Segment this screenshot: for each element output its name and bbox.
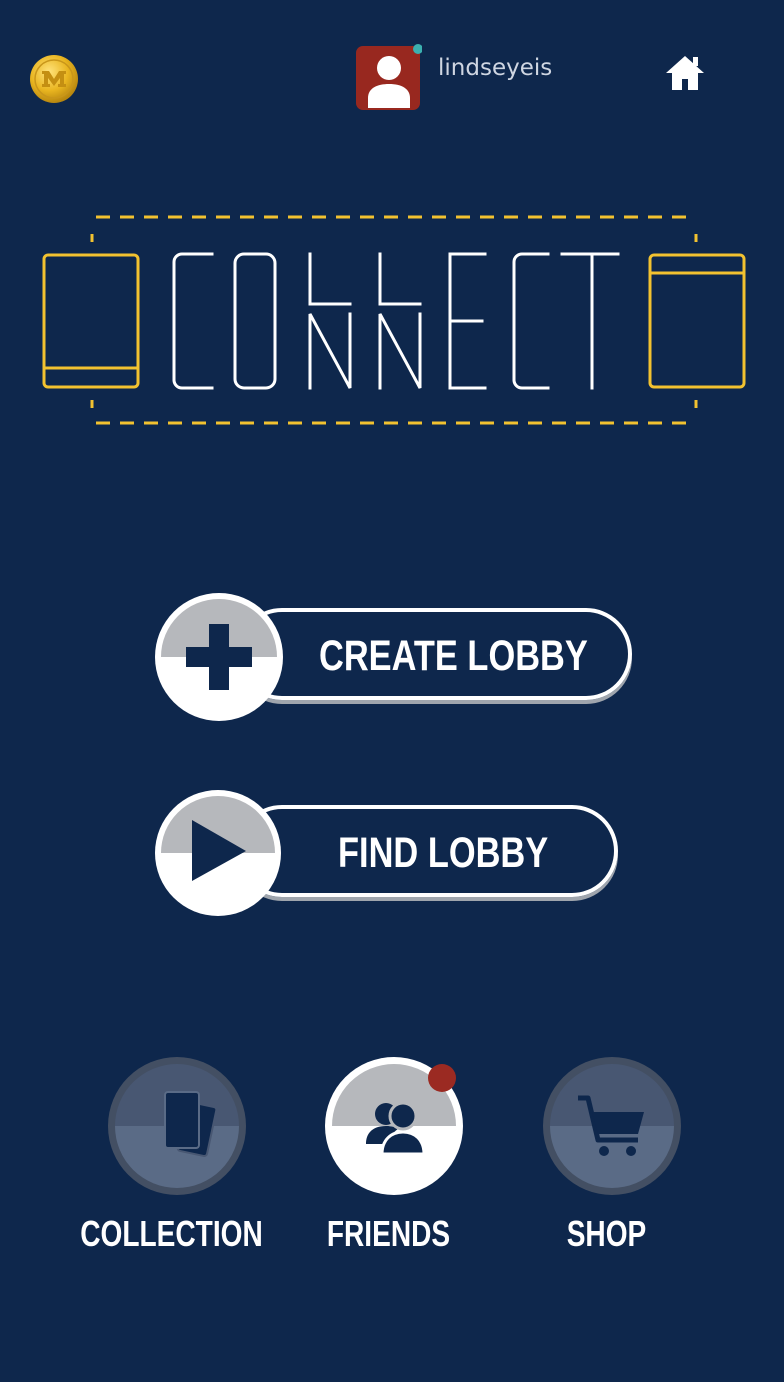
username-label: lindseyeis — [438, 55, 553, 81]
nav-collection[interactable]: COLLECTION — [77, 1056, 277, 1266]
nav-shop[interactable]: SHOP — [512, 1056, 712, 1266]
nav-shop-label: SHOP — [566, 1213, 647, 1254]
find-lobby-label: FIND LOBBY — [338, 829, 549, 877]
home-icon[interactable] — [664, 52, 706, 94]
find-lobby-button[interactable]: FIND LOBBY — [154, 789, 620, 917]
nav-friends-label: FRIENDS — [326, 1213, 451, 1254]
nav-collection-label: COLLECTION — [80, 1213, 263, 1254]
cards-icon — [107, 1056, 247, 1196]
m-coin-icon[interactable] — [29, 54, 79, 104]
notification-badge — [428, 1064, 456, 1092]
user-avatar-icon[interactable] — [356, 44, 423, 110]
collect-connect-logo — [40, 214, 750, 426]
nav-friends[interactable]: FRIENDS — [294, 1056, 494, 1266]
create-lobby-button[interactable]: CREATE LOBBY — [154, 592, 632, 722]
plus-icon — [154, 592, 284, 722]
create-lobby-label: CREATE LOBBY — [319, 632, 588, 680]
cart-icon — [542, 1056, 682, 1196]
play-icon — [154, 789, 282, 917]
